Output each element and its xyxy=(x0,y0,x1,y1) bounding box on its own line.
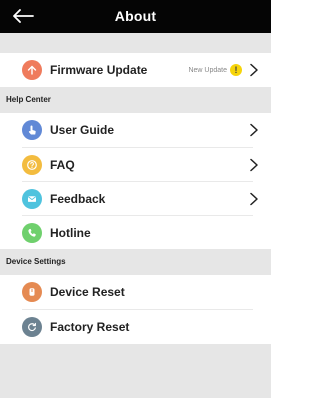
top-spacer xyxy=(0,33,271,53)
envelope-icon xyxy=(22,188,42,209)
user-guide-label: User Guide xyxy=(50,123,115,137)
chevron-right-icon xyxy=(250,123,258,137)
device-reset-label: Device Reset xyxy=(50,285,125,299)
hotline-row[interactable]: Hotline xyxy=(0,216,271,249)
update-alert-badge: ! xyxy=(230,64,242,76)
power-icon xyxy=(22,282,42,302)
hotline-label: Hotline xyxy=(50,225,91,240)
bottom-spacer xyxy=(0,344,271,398)
chevron-right-icon xyxy=(250,63,258,77)
factory-reset-row[interactable]: Factory Reset xyxy=(0,310,271,344)
new-update-text: New Update xyxy=(188,66,227,74)
phone-icon xyxy=(22,222,42,243)
faq-row[interactable]: FAQ xyxy=(0,148,271,181)
reset-icon xyxy=(22,317,42,337)
chevron-right-icon xyxy=(250,192,258,205)
question-icon xyxy=(22,154,42,175)
factory-reset-label: Factory Reset xyxy=(50,320,130,334)
feedback-row[interactable]: Feedback xyxy=(0,182,271,215)
firmware-update-label: Firmware Update xyxy=(50,63,148,77)
faq-label: FAQ xyxy=(50,157,75,172)
chevron-right-icon xyxy=(250,158,258,171)
user-guide-row[interactable]: User Guide xyxy=(0,113,271,147)
device-reset-row[interactable]: Device Reset xyxy=(0,275,271,309)
hand-pointer-icon xyxy=(22,120,42,140)
firmware-update-row[interactable]: Firmware Update New Update ! xyxy=(0,53,271,87)
help-center-section-title: Help Center xyxy=(0,87,271,113)
header-bar: About xyxy=(0,0,271,33)
device-settings-section-title: Device Settings xyxy=(0,249,271,275)
page-title: About xyxy=(114,8,157,24)
feedback-label: Feedback xyxy=(50,191,106,206)
upload-arrow-icon xyxy=(22,60,42,80)
